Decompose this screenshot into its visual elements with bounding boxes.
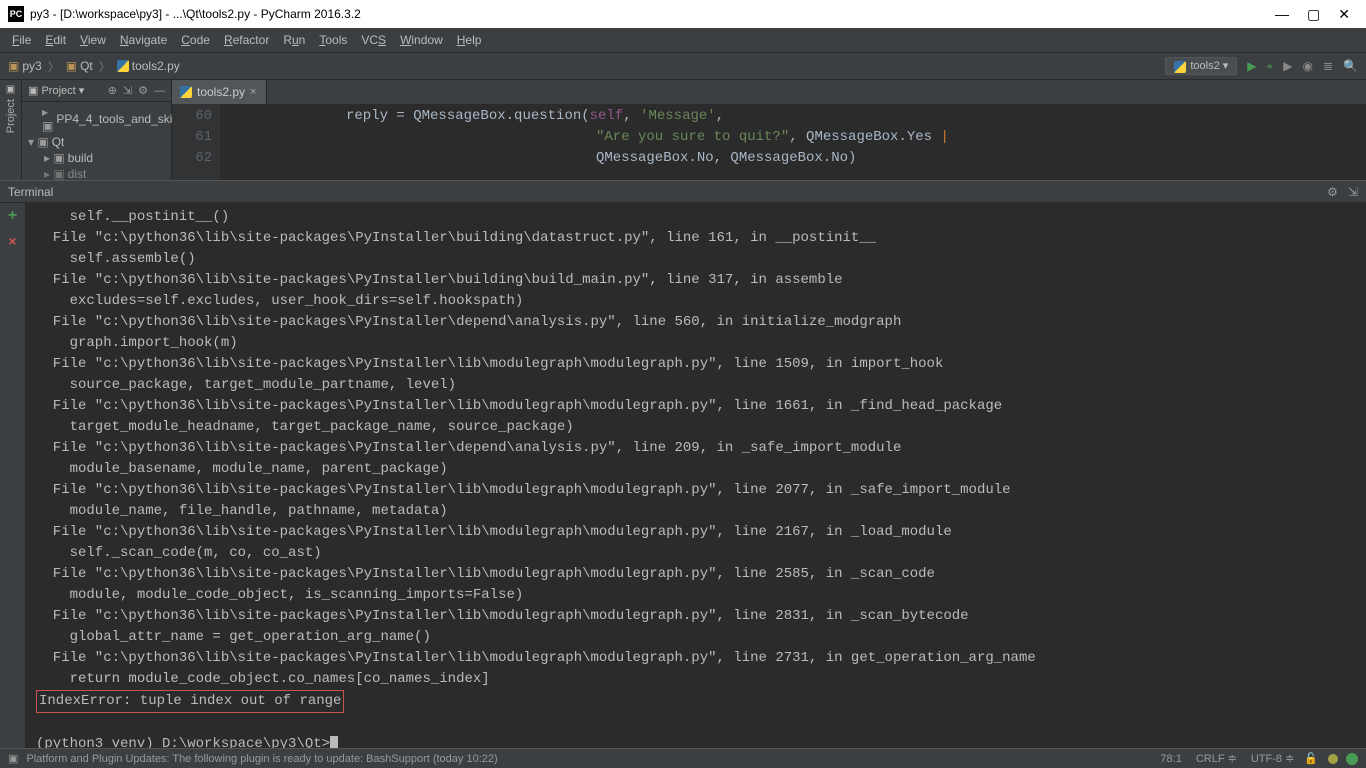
coverage-button[interactable]: ▶: [1283, 59, 1292, 73]
code-area[interactable]: 606162 reply = QMessageBox.question(self…: [172, 104, 1366, 180]
tab-label: tools2.py: [197, 85, 245, 99]
menu-vcs[interactable]: VCS: [355, 31, 392, 49]
search-button[interactable]: 🔍: [1343, 59, 1358, 73]
app-icon: PC: [8, 6, 24, 22]
breadcrumbs: ▣py3 〉 ▣Qt 〉 tools2.py: [8, 58, 180, 75]
editor-tabs: tools2.py ×: [172, 80, 1366, 104]
tree-item-build[interactable]: ▸ ▣build: [22, 150, 171, 166]
terminal-side-toolbar: + ×: [0, 203, 26, 748]
error-line: IndexError: tuple index out of range: [36, 690, 344, 713]
file-encoding[interactable]: UTF-8 ≑: [1251, 752, 1294, 765]
gear-icon[interactable]: ⚙: [1327, 185, 1338, 199]
terminal-panel: Terminal ⚙ ⇲ + × self.__postinit__() Fil…: [0, 180, 1366, 748]
python-file-icon: [180, 86, 192, 98]
close-tab-icon[interactable]: ×: [250, 86, 256, 98]
menu-tools[interactable]: Tools: [313, 31, 353, 49]
caret-position[interactable]: 78:1: [1160, 753, 1181, 765]
breadcrumb-root[interactable]: ▣py3: [8, 59, 42, 73]
expand-icon[interactable]: ▾ ▣: [28, 135, 49, 149]
menu-run[interactable]: Run: [277, 31, 311, 49]
breadcrumb-qt[interactable]: ▣Qt: [66, 59, 93, 73]
menu-view[interactable]: View: [74, 31, 112, 49]
breadcrumb-file[interactable]: tools2.py: [117, 59, 180, 73]
main-body: ▣ Project ▾ ⊕ ⇲ ⚙ — ▸ ▣PP4_4_tools_and_s…: [22, 80, 1366, 180]
gear-icon[interactable]: ⚙: [138, 84, 148, 97]
chevron-icon: 〉: [48, 58, 60, 75]
project-tool-label[interactable]: Project: [5, 99, 17, 133]
close-button[interactable]: ✕: [1338, 6, 1350, 23]
readonly-toggle-icon[interactable]: 🔓: [1304, 752, 1318, 765]
new-session-button[interactable]: +: [8, 207, 17, 225]
terminal-output[interactable]: self.__postinit__() File "c:\python36\li…: [26, 203, 1366, 748]
debug-button[interactable]: ⌖: [1267, 59, 1274, 74]
menu-window[interactable]: Window: [394, 31, 449, 49]
window-controls: — ▢ ✕: [1275, 6, 1358, 23]
source[interactable]: reply = QMessageBox.question(self, 'Mess…: [220, 104, 1366, 180]
folder-icon: ▸ ▣: [42, 105, 53, 133]
status-bar: ▣ Platform and Plugin Updates: The follo…: [0, 748, 1366, 768]
project-tool-button[interactable]: ▣: [6, 84, 15, 95]
hector-icon[interactable]: [1346, 753, 1358, 765]
project-tree[interactable]: ▸ ▣PP4_4_tools_and_skills ▾ ▣Qt ▸ ▣build…: [22, 102, 171, 184]
folder-icon: ▸ ▣: [44, 151, 65, 165]
run-config-selector[interactable]: tools2 ▾: [1165, 57, 1237, 74]
run-button[interactable]: ▶: [1247, 59, 1256, 73]
tree-item-qt[interactable]: ▾ ▣Qt: [22, 134, 171, 150]
menubar: File Edit View Navigate Code Refactor Ru…: [0, 28, 1366, 52]
line-separator[interactable]: CRLF ≑: [1196, 752, 1237, 765]
folder-icon: ▣: [8, 59, 19, 73]
window-title: py3 - [D:\workspace\py3] - ...\Qt\tools2…: [30, 7, 1275, 21]
menu-file[interactable]: File: [6, 31, 37, 49]
titlebar: PC py3 - [D:\workspace\py3] - ...\Qt\too…: [0, 0, 1366, 28]
project-scope-selector[interactable]: ▣ Project ▾: [28, 84, 84, 97]
menu-code[interactable]: Code: [175, 31, 216, 49]
hide-terminal-icon[interactable]: ⇲: [1348, 185, 1358, 199]
python-file-icon: [117, 60, 129, 72]
project-view: ▣ Project ▾ ⊕ ⇲ ⚙ — ▸ ▣PP4_4_tools_and_s…: [22, 80, 172, 180]
close-session-button[interactable]: ×: [8, 233, 16, 249]
menu-navigate[interactable]: Navigate: [114, 31, 173, 49]
collapse-all-icon[interactable]: ⇲: [123, 84, 132, 97]
status-toggle-icon[interactable]: ▣: [8, 752, 18, 765]
status-message[interactable]: Platform and Plugin Updates: The followi…: [26, 753, 497, 765]
hide-icon[interactable]: —: [154, 85, 165, 97]
menu-help[interactable]: Help: [451, 31, 488, 49]
toolbar-actions: tools2 ▾ ▶ ⌖ ▶ ◉ ≣ 🔍: [1165, 57, 1358, 74]
tree-item-pp4[interactable]: ▸ ▣PP4_4_tools_and_skills: [22, 104, 171, 134]
profile-button[interactable]: ◉: [1303, 59, 1313, 73]
folder-icon: ▣: [66, 59, 77, 73]
gutter: 606162: [172, 104, 220, 180]
terminal-header: Terminal ⚙ ⇲: [0, 181, 1366, 203]
minimize-button[interactable]: —: [1275, 6, 1289, 23]
cursor: [330, 736, 338, 748]
editor-tab-tools2[interactable]: tools2.py ×: [172, 80, 267, 104]
menu-edit[interactable]: Edit: [39, 31, 72, 49]
menu-refactor[interactable]: Refactor: [218, 31, 275, 49]
maximize-button[interactable]: ▢: [1307, 6, 1320, 23]
project-view-header: ▣ Project ▾ ⊕ ⇲ ⚙ —: [22, 80, 171, 102]
python-file-icon: [1174, 61, 1186, 73]
terminal-prompt: (python3_venv) D:\workspace\py3\Qt>: [36, 736, 330, 748]
warning-indicator-icon[interactable]: [1328, 754, 1338, 764]
scroll-from-source-icon[interactable]: ⊕: [108, 84, 117, 97]
chevron-icon: 〉: [99, 58, 111, 75]
terminal-body: + × self.__postinit__() File "c:\python3…: [0, 203, 1366, 748]
navigation-bar: ▣py3 〉 ▣Qt 〉 tools2.py tools2 ▾ ▶ ⌖ ▶ ◉ …: [0, 52, 1366, 80]
folder-icon: ▸ ▣: [44, 167, 65, 181]
concurrency-button[interactable]: ≣: [1323, 59, 1333, 73]
editor: tools2.py × 606162 reply = QMessageBox.q…: [172, 80, 1366, 180]
terminal-title: Terminal: [8, 185, 53, 199]
